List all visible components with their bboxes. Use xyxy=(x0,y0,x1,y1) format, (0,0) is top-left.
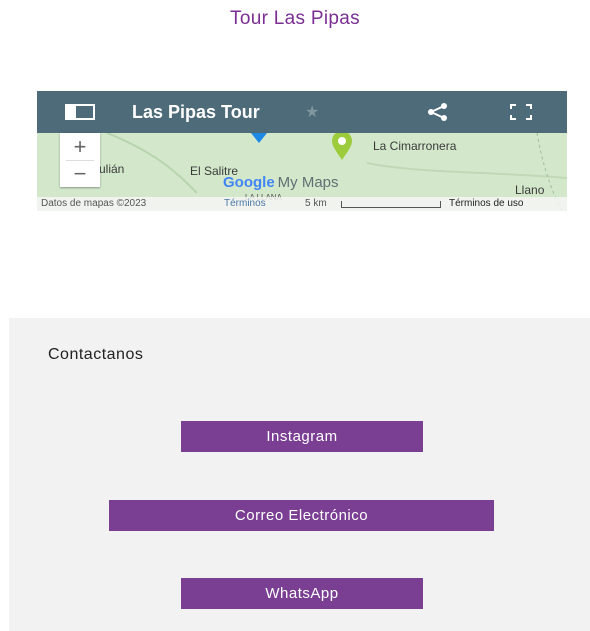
terms-of-use-link[interactable]: Términos de uso xyxy=(449,198,523,209)
page-title: Tour Las Pipas xyxy=(230,8,360,29)
map-title[interactable]: Las Pipas Tour xyxy=(132,102,260,123)
map-pin-icon[interactable] xyxy=(330,131,354,161)
terms-link[interactable]: Términos xyxy=(224,198,266,209)
place-llano: Llano xyxy=(515,183,545,197)
zoom-out-button[interactable]: − xyxy=(60,160,100,187)
google-logo-text: Google xyxy=(223,174,275,191)
star-icon[interactable]: ★ xyxy=(305,102,319,122)
share-icon[interactable] xyxy=(427,103,449,121)
map-footer: Datos de mapas ©2023 Términos 5 km Térmi… xyxy=(37,197,567,211)
email-button[interactable]: Correo Electrónico xyxy=(109,500,494,531)
zoom-in-button[interactable]: + xyxy=(60,133,100,160)
my-maps-logo-text: My Maps xyxy=(277,174,339,191)
contact-heading: Contactanos xyxy=(48,346,144,363)
map-data-attribution: Datos de mapas ©2023 xyxy=(41,198,147,209)
google-my-maps-logo: Google My Maps xyxy=(223,174,339,191)
map-embed[interactable]: Julián El Salitre La Cimarronera Llano L… xyxy=(37,91,567,211)
fullscreen-icon[interactable] xyxy=(510,104,532,120)
instagram-button[interactable]: Instagram xyxy=(181,421,423,452)
place-la-cimarronera: La Cimarronera xyxy=(373,139,457,153)
scale-label: 5 km xyxy=(305,198,327,209)
zoom-controls: + − xyxy=(60,133,100,187)
whatsapp-button[interactable]: WhatsApp xyxy=(181,578,423,609)
contact-section: Contactanos Instagram Correo Electrónico… xyxy=(9,318,590,631)
side-panel-icon[interactable] xyxy=(65,104,95,120)
scale-bar xyxy=(341,201,441,208)
map-header: Las Pipas Tour ★ xyxy=(37,91,567,133)
